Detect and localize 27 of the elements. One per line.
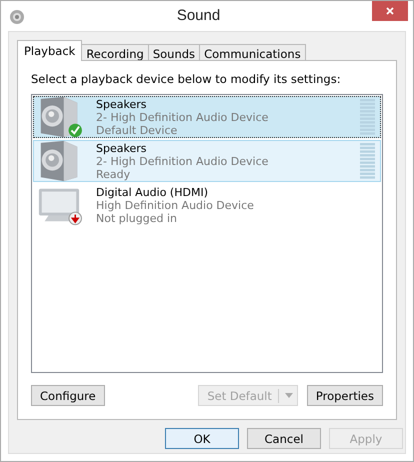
device-row[interactable]: Speakers 2- High Definition Audio Device Default Device [33, 96, 381, 138]
device-row[interactable]: Speakers 2- High Definition Audio Device Ready [33, 140, 381, 182]
device-name: Speakers [96, 142, 148, 154]
tab[interactable]: Recording [81, 44, 149, 61]
button[interactable]: Properties [306, 385, 383, 406]
device-description: 2- High Definition Audio Device [96, 110, 270, 124]
caret-icon [284, 393, 293, 398]
tab[interactable]: Communications [199, 44, 306, 61]
tab[interactable]: Sounds [148, 44, 200, 61]
close-icon [385, 6, 395, 16]
device-description: High Definition Audio Device [96, 198, 255, 212]
window-title: Sound [176, 7, 222, 24]
button[interactable]: OK [165, 428, 239, 449]
button[interactable]: Cancel [247, 428, 321, 449]
volume-meter [358, 98, 377, 136]
device-status: Ready [96, 168, 132, 180]
device-status: Not plugged in [96, 212, 178, 224]
device-status: Default Device [96, 124, 178, 136]
device-row[interactable]: Digital Audio (HDMI) High Definition Audio Device Not plugged in [33, 184, 381, 226]
tab[interactable]: Playback [17, 40, 82, 61]
instruction-text: Select a playback device below to modify its settings: [31, 72, 342, 86]
button[interactable]: Configure [31, 385, 105, 406]
device-description: 2- High Definition Audio Device [96, 154, 270, 168]
close-button[interactable] [372, 1, 408, 21]
volume-meter [358, 142, 377, 180]
device-name: Digital Audio (HDMI) [96, 186, 209, 198]
device-name: Speakers [96, 98, 148, 110]
